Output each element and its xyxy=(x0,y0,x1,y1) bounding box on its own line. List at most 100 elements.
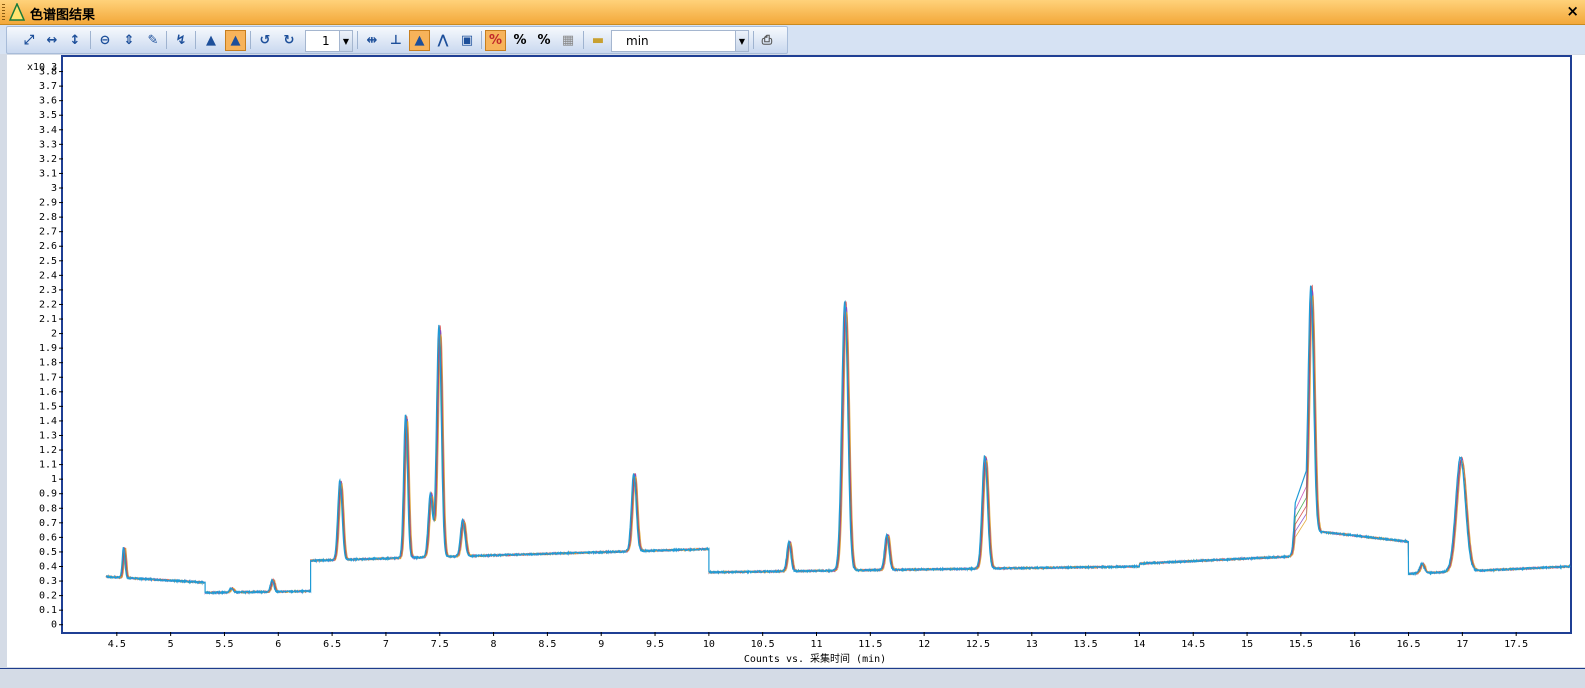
unit-value: min xyxy=(626,34,649,48)
x-tick-label: 17 xyxy=(1456,639,1468,650)
y-tick-label: 0.5 xyxy=(39,547,57,558)
color-scheme-icon: ▬ xyxy=(591,32,605,48)
peak-split-button[interactable]: ⋀ xyxy=(433,30,453,50)
x-tick-label: 11 xyxy=(810,639,822,650)
autoscale-y-button[interactable]: ↕ xyxy=(65,30,85,50)
autoscale-x-button[interactable]: ↔ xyxy=(42,30,62,50)
peak-marker-icon: ⊥ xyxy=(390,32,402,48)
export-image-icon: ▣ xyxy=(460,32,474,48)
integrate-icon: ↯ xyxy=(175,32,187,48)
fit-height-button[interactable]: ⇕ xyxy=(119,30,139,50)
overlay-peaks-icon: ▲ xyxy=(206,32,216,48)
x-tick-label: 10.5 xyxy=(751,639,775,650)
y-tick-label: 1.3 xyxy=(39,430,57,441)
count-select[interactable]: 1 ▼ xyxy=(305,30,353,52)
y-tick-label: 1.1 xyxy=(39,460,57,471)
peak-split-icon: ⋀ xyxy=(437,32,449,48)
y-tick-label: 2.3 xyxy=(39,285,57,296)
y-tick-label: 2 xyxy=(51,329,57,340)
grid-toggle-button[interactable]: ▦ xyxy=(558,30,578,50)
redo-button[interactable]: ↻ xyxy=(279,30,299,50)
y-tick-label: 0.8 xyxy=(39,503,57,514)
chromatogram-icon xyxy=(9,3,25,21)
toolbar-separator xyxy=(357,31,358,49)
y-tick-label: 3 xyxy=(51,183,57,194)
autoscale-both-button[interactable]: ⤢ xyxy=(19,30,39,50)
y-tick-label: 2.7 xyxy=(39,227,57,238)
y-tick-label: 2.9 xyxy=(39,198,57,209)
x-tick-label: 14.5 xyxy=(1181,639,1205,650)
autoscale-both-icon: ⤢ xyxy=(23,32,35,48)
y-tick-label: 0.2 xyxy=(39,591,57,602)
x-tick-label: 10 xyxy=(703,639,715,650)
x-tick-label: 8 xyxy=(491,639,497,650)
export-image-button[interactable]: ▣ xyxy=(457,30,477,50)
overlay-peaks-button[interactable]: ▲ xyxy=(201,30,221,50)
x-range-icon: ⇹ xyxy=(366,32,378,48)
x-tick-label: 7 xyxy=(383,639,389,650)
print-icon: ⎙ xyxy=(761,32,773,48)
print-button[interactable]: ⎙ xyxy=(757,30,777,50)
x-tick-label: 14 xyxy=(1133,639,1145,650)
percent-off-button[interactable]: % xyxy=(485,30,506,51)
undo-button[interactable]: ↺ xyxy=(255,30,275,50)
grid-toggle-icon: ▦ xyxy=(561,32,575,48)
y-tick-label: 0.4 xyxy=(39,561,57,572)
y-tick-label: 0.3 xyxy=(39,576,57,587)
close-icon[interactable]: × xyxy=(1566,2,1579,20)
x-tick-label: 5 xyxy=(168,639,174,650)
zoom-out-button[interactable]: ⊖ xyxy=(95,30,115,50)
y-tick-label: 1.6 xyxy=(39,387,57,398)
unit-select[interactable]: min ▼ xyxy=(611,30,749,52)
peak-fill-button[interactable]: ▲ xyxy=(409,30,430,51)
toolbar-separator xyxy=(481,31,482,49)
x-tick-label: 17.5 xyxy=(1504,639,1528,650)
x-tick-label: 15.5 xyxy=(1289,639,1313,650)
integrate-button[interactable]: ↯ xyxy=(171,30,191,50)
y-tick-label: 0.6 xyxy=(39,532,57,543)
chevron-down-icon[interactable]: ▼ xyxy=(339,31,352,51)
grip-icon[interactable] xyxy=(2,4,5,20)
y-tick-label: 3.5 xyxy=(39,110,57,121)
y-tick-label: 1.9 xyxy=(39,343,57,354)
y-tick-label: 2.8 xyxy=(39,212,57,223)
x-tick-label: 5.5 xyxy=(215,639,233,650)
peak-label-button[interactable]: ✎ xyxy=(143,30,163,50)
zoom-out-icon: ⊖ xyxy=(99,32,111,48)
autoscale-y-icon: ↕ xyxy=(69,32,81,48)
y-tick-label: 3.4 xyxy=(39,125,57,136)
percent-ratio-icon: % xyxy=(537,32,551,48)
x-tick-label: 16.5 xyxy=(1396,639,1420,650)
percent-ratio-button[interactable]: % xyxy=(534,30,554,50)
y-tick-label: 2.2 xyxy=(39,299,57,310)
x-tick-label: 9.5 xyxy=(646,639,664,650)
y-tick-label: 3.1 xyxy=(39,168,57,179)
window-title: 色谱图结果 xyxy=(30,8,96,23)
y-axis: 0 0.1 0.2 0.3 0.4 0.5 0.6 0.7 0.8 0.9 1 1.1 1.2 1.3 1.… xyxy=(39,67,63,631)
toolbar-separator xyxy=(90,31,91,49)
y-tick-label: 2.1 xyxy=(39,314,57,325)
x-range-button[interactable]: ⇹ xyxy=(362,30,382,50)
multi-peak-button[interactable]: ▲ xyxy=(225,30,246,51)
y-tick-label: 0 xyxy=(51,620,57,631)
peak-marker-button[interactable]: ⊥ xyxy=(386,30,406,50)
y-tick-label: 1 xyxy=(51,474,57,485)
chart-panel: 0 0.1 0.2 0.3 0.4 0.5 0.6 0.7 0.8 0.9 1 1.1 1.2 1.3 1.… xyxy=(7,55,1585,667)
y-tick-label: 1.8 xyxy=(39,358,57,369)
x-axis: 4.5 5 5.5 6 6.5 7 7.5 8 8.5 9 9.5 10 10.5 11 11.5 12 12.… xyxy=(108,632,1528,650)
chromatogram-chart[interactable]: 0 0.1 0.2 0.3 0.4 0.5 0.6 0.7 0.8 0.9 1 1.1 1.2 1.3 1.… xyxy=(7,55,1585,667)
autoscale-x-icon: ↔ xyxy=(46,32,58,48)
fit-height-icon: ⇕ xyxy=(123,32,135,48)
color-scheme-button[interactable]: ▬ xyxy=(588,30,608,50)
x-axis-label: Counts vs. 采集时间 (min) xyxy=(744,652,886,665)
toolbar-separator xyxy=(195,31,196,49)
percent-icon: % xyxy=(513,32,527,48)
y-tick-label: 1.4 xyxy=(39,416,57,427)
percent-button[interactable]: % xyxy=(510,30,530,50)
x-tick-label: 12.5 xyxy=(966,639,990,650)
toolbar-separator xyxy=(166,31,167,49)
chevron-down-icon[interactable]: ▼ xyxy=(735,31,748,51)
undo-icon: ↺ xyxy=(259,32,271,48)
x-tick-label: 15 xyxy=(1241,639,1253,650)
y-tick-label: 0.9 xyxy=(39,489,57,500)
